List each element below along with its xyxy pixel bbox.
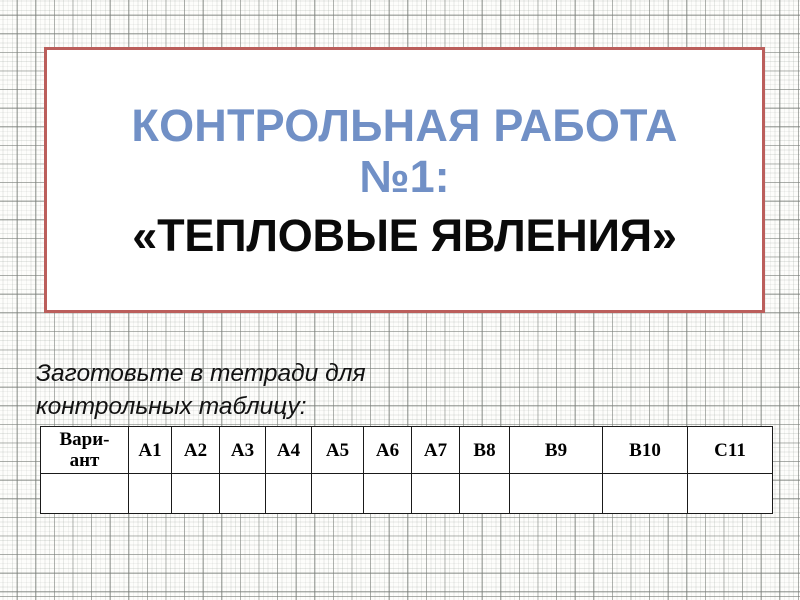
answer-table-wrapper: Вари-ант A1 A2 A3 A4 A5 A6 A7 B8 B9 B10 …: [40, 426, 773, 514]
table-header-row: Вари-ант A1 A2 A3 A4 A5 A6 A7 B8 B9 B10 …: [40, 426, 773, 474]
answer-cell-b8[interactable]: [459, 473, 510, 514]
table-header-a4: A4: [265, 426, 312, 474]
answer-table: Вари-ант A1 A2 A3 A4 A5 A6 A7 B8 B9 B10 …: [40, 426, 773, 514]
table-header-variant: Вари-ант: [40, 426, 129, 474]
table-header-b10: B10: [602, 426, 688, 474]
title-card: КОНТРОЛЬНАЯ РАБОТА №1: «ТЕПЛОВЫЕ ЯВЛЕНИЯ…: [44, 47, 765, 313]
variant-label-line1: Вари-: [59, 429, 110, 450]
table-header-a5: A5: [311, 426, 364, 474]
answer-cell-a6[interactable]: [363, 473, 412, 514]
answer-cell-a1[interactable]: [128, 473, 172, 514]
slide-canvas: КОНТРОЛЬНАЯ РАБОТА №1: «ТЕПЛОВЫЕ ЯВЛЕНИЯ…: [0, 0, 800, 600]
answer-cell-a2[interactable]: [171, 473, 220, 514]
table-row: [40, 473, 773, 514]
table-header-a1: A1: [128, 426, 172, 474]
table-header-a2: A2: [171, 426, 220, 474]
instruction-text: Заготовьте в тетради для контрольных таб…: [36, 360, 366, 420]
answer-cell-variant[interactable]: [40, 473, 129, 514]
table-header-b9: B9: [509, 426, 603, 474]
table-header-c11: C11: [687, 426, 773, 474]
table-header-b8: B8: [459, 426, 510, 474]
variant-label-line2: ант: [69, 450, 100, 471]
title-line-main: КОНТРОЛЬНАЯ РАБОТА: [131, 99, 678, 151]
answer-cell-b9[interactable]: [509, 473, 603, 514]
table-header-a6: A6: [363, 426, 412, 474]
answer-cell-a5[interactable]: [311, 473, 364, 514]
answer-cell-a7[interactable]: [411, 473, 460, 514]
table-header-a3: A3: [219, 426, 266, 474]
answer-cell-a4[interactable]: [265, 473, 312, 514]
table-header-a7: A7: [411, 426, 460, 474]
title-line-number: №1:: [359, 150, 450, 202]
title-line-topic: «ТЕПЛОВЫЕ ЯВЛЕНИЯ»: [132, 209, 677, 261]
answer-cell-c11[interactable]: [687, 473, 773, 514]
answer-cell-a3[interactable]: [219, 473, 266, 514]
answer-cell-b10[interactable]: [602, 473, 688, 514]
